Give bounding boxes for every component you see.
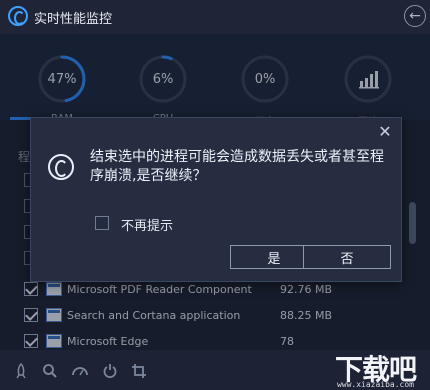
- rocket-icon[interactable]: [12, 362, 30, 380]
- power-icon[interactable]: [101, 362, 119, 380]
- bottom-toolbar: 下载吧 www.xiazaiba.com: [0, 350, 430, 390]
- dialog-message: 结束选中的进程可能会造成数据丢失或者甚至程序崩溃,是否继续？: [90, 149, 384, 184]
- confirm-dialog: ✕ 结束选中的进程可能会造成数据丢失或者甚至程序崩溃,是否继续？ 不再提示 是 …: [30, 117, 402, 282]
- close-icon[interactable]: ✕: [377, 124, 393, 140]
- watermark-url: www.xiazaiba.com: [336, 380, 414, 389]
- app-logo-icon: [48, 154, 74, 180]
- back-icon[interactable]: ←: [404, 5, 426, 27]
- app-logo-icon: [8, 6, 28, 26]
- app-title: 实时性能监控: [34, 12, 113, 27]
- title-bar: 实时性能监控 ←: [0, 0, 430, 34]
- no-button[interactable]: 否: [303, 245, 391, 269]
- crop-icon[interactable]: [130, 362, 148, 380]
- dont-show-again-checkbox[interactable]: [95, 216, 109, 230]
- search-icon[interactable]: [41, 362, 59, 380]
- watermark: 下载吧 www.xiazaiba.com: [302, 350, 422, 390]
- gauge-icon[interactable]: [71, 362, 89, 380]
- dont-show-again-label[interactable]: 不再提示: [121, 215, 173, 234]
